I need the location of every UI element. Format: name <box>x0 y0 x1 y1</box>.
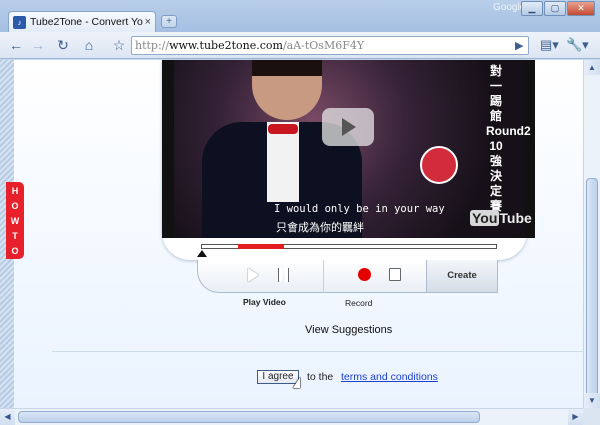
scrollbar-corner <box>583 408 600 425</box>
mouse-cursor-icon <box>293 377 300 388</box>
howto-badge-text: HOWTO <box>6 184 24 259</box>
minimize-button[interactable]: ▁ <box>521 1 543 16</box>
tab-title: Tube2Tone - Convert YouT... <box>30 16 143 28</box>
vertical-scrollbar[interactable]: ▲ ▼ <box>583 60 600 408</box>
video-side-caption: 對一踢館Round2 10強決定賽 <box>486 64 531 213</box>
howto-badge[interactable]: HOWTO <box>6 182 24 259</box>
video-player[interactable]: 對一踢館Round2 10強決定賽 I would only be in you… <box>162 60 535 238</box>
url-prefix: http:// <box>135 39 170 52</box>
scroll-up-arrow-icon[interactable]: ▲ <box>584 60 600 75</box>
controls-divider <box>323 260 324 293</box>
record-label: Record <box>345 298 373 308</box>
video-subtitle-chinese: 只會成為你的羈絆 <box>276 222 364 234</box>
favicon-icon: ♪ <box>13 15 26 29</box>
progress-buffered <box>238 244 284 249</box>
wrench-icon[interactable]: 🔧▾ <box>566 37 589 53</box>
howto-letter: W <box>10 216 20 226</box>
close-tab-icon[interactable]: × <box>145 16 151 28</box>
howto-letter: O <box>11 246 19 256</box>
window-controls: ▁ ▢ ✕ <box>520 1 595 16</box>
url-host: www.tube2tone.com <box>169 39 283 52</box>
progress-handle[interactable] <box>197 250 207 257</box>
scroll-left-arrow-icon[interactable]: ◀ <box>0 409 15 425</box>
play-icon[interactable] <box>248 268 259 282</box>
horizontal-scroll-thumb[interactable] <box>18 411 480 423</box>
video-figure-shirt <box>267 122 299 202</box>
youtube-logo: You Tube <box>470 210 532 226</box>
play-video-label: Play Video <box>243 297 286 307</box>
url-path: /aA-tOsM6F4Y <box>282 39 365 52</box>
create-button[interactable]: Create <box>426 260 498 293</box>
video-figure-bowtie <box>268 124 298 134</box>
play-arrow-icon[interactable]: ▶ <box>515 39 523 52</box>
section-divider <box>52 351 584 352</box>
video-show-logo <box>420 146 458 184</box>
browser-tab[interactable]: ♪ Tube2Tone - Convert YouT... × <box>8 11 156 32</box>
agree-text: to the <box>307 371 334 383</box>
reload-icon[interactable]: ↻ <box>53 36 73 55</box>
video-figure-hair <box>252 60 322 76</box>
page-icon[interactable]: ▤▾ <box>540 37 559 53</box>
browser-toolbar: ← → ↻ ⌂ ☆ http://www.tube2tone.com/aA-tO… <box>0 32 600 59</box>
youtube-logo-you: You <box>470 210 500 226</box>
address-bar[interactable]: http://www.tube2tone.com/aA-tOsM6F4Y <box>131 36 529 55</box>
stop-icon[interactable] <box>389 268 401 281</box>
star-icon[interactable]: ☆ <box>110 36 128 55</box>
home-icon[interactable]: ⌂ <box>79 36 99 55</box>
pause-icon[interactable] <box>279 268 288 282</box>
video-play-icon[interactable] <box>322 108 374 146</box>
back-arrow-icon[interactable]: ← <box>6 36 26 55</box>
new-tab-button[interactable]: + <box>161 15 177 28</box>
terms-link[interactable]: terms and conditions <box>341 371 438 383</box>
maximize-button[interactable]: ▢ <box>544 1 566 16</box>
close-window-button[interactable]: ✕ <box>567 1 595 16</box>
horizontal-scrollbar[interactable]: ◀ ▶ <box>0 408 583 425</box>
video-subtitle-english: I would only be in your way <box>274 203 445 215</box>
howto-letter: O <box>11 201 19 211</box>
record-icon[interactable] <box>358 268 371 281</box>
youtube-logo-tube: Tube <box>499 210 532 226</box>
view-suggestions-link[interactable]: View Suggestions <box>305 324 392 336</box>
scroll-down-arrow-icon[interactable]: ▼ <box>584 393 600 408</box>
forward-arrow-icon[interactable]: → <box>28 36 48 55</box>
vertical-scroll-thumb[interactable] <box>586 178 598 403</box>
scroll-right-arrow-icon[interactable]: ▶ <box>568 409 583 425</box>
howto-letter: T <box>12 231 18 241</box>
howto-letter: H <box>11 186 19 196</box>
